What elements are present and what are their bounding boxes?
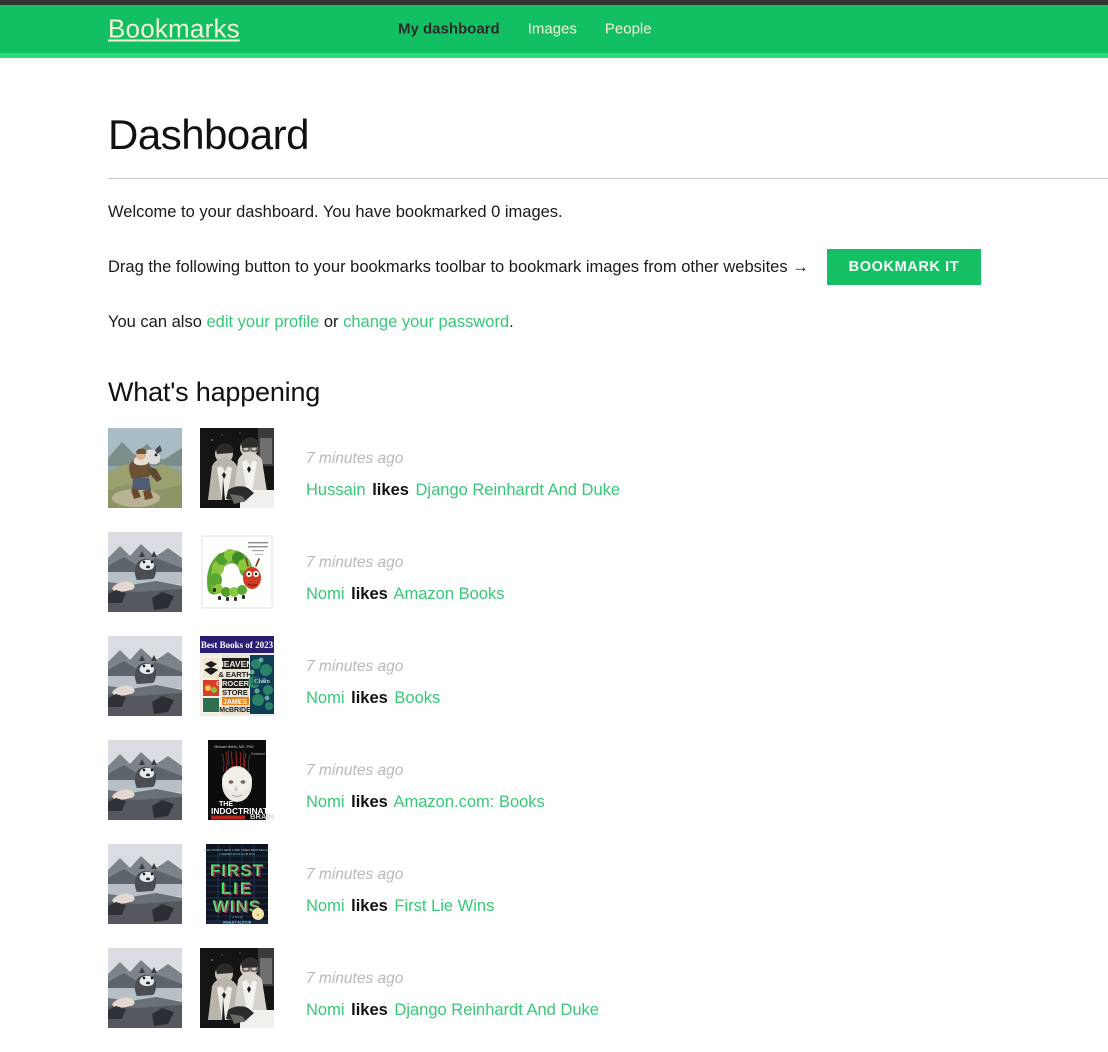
activity-row: 7 minutes ago Hussain likes Django Reinha… <box>108 428 1108 532</box>
activity-sentence: Nomi likes Django Reinhardt And Duke <box>306 987 599 1019</box>
activity-text: 7 minutes ago Nomi likes Books <box>294 636 440 707</box>
profile-links-line: You can also edit your profile or change… <box>108 285 1108 333</box>
activity-row: 7 minutes ago Nomi likes First Lie Wins <box>108 844 1108 948</box>
activity-verb: likes <box>351 793 388 812</box>
activity-verb: likes <box>351 585 388 604</box>
django-duke-bw-photo-thumbnail[interactable] <box>200 948 274 1029</box>
activity-timestamp: 7 minutes ago <box>306 866 404 884</box>
page-title: Dashboard <box>108 111 309 158</box>
django-duke-bw-photo-thumbnail[interactable] <box>200 428 274 509</box>
activity-thumbnails <box>108 740 294 821</box>
activity-row: 7 minutes ago Nomi likes Amazon Books <box>108 532 1108 636</box>
profile-line-separator: or <box>319 313 344 332</box>
bookmarklet-instructions: Drag the following button to your bookma… <box>108 257 809 276</box>
activity-row: 7 minutes ago Nomi likes Django Reinhardt… <box>108 948 1108 1052</box>
activity-thumbnails <box>108 948 294 1029</box>
nav-item-images[interactable]: Images <box>528 22 577 37</box>
activity-row: 7 minutes ago Nomi likes Books <box>108 636 1108 740</box>
activity-target-link[interactable]: Books <box>394 689 440 707</box>
very-hungry-caterpillar-cover-thumbnail[interactable] <box>200 532 274 613</box>
activity-row: 7 minutes ago Nomi likes Amazon.com: Book… <box>108 740 1108 844</box>
profile-line-prefix: You can also <box>108 313 207 332</box>
activity-feed: 7 minutes ago Hussain likes Django Reinha… <box>108 408 1108 1052</box>
activity-verb: likes <box>351 689 388 708</box>
activity-user-link[interactable]: Nomi <box>306 897 345 915</box>
activity-timestamp: 7 minutes ago <box>306 554 404 572</box>
indoctrinated-brain-cover-thumbnail[interactable] <box>200 740 274 821</box>
activity-timestamp: 7 minutes ago <box>306 450 404 468</box>
main-content: Dashboard Welcome to your dashboard. You… <box>0 58 1108 1052</box>
site-header: Bookmarks My dashboard Images People <box>0 5 1108 53</box>
man-with-husky-photo-thumbnail[interactable] <box>108 428 182 509</box>
welcome-text: Welcome to your dashboard. You have book… <box>108 203 563 221</box>
wolf-mountain-photo-thumbnail[interactable] <box>108 740 182 821</box>
activity-sentence: Nomi likes First Lie Wins <box>306 883 494 915</box>
activity-sentence: Nomi likes Amazon.com: Books <box>306 779 545 811</box>
edit-profile-link[interactable]: edit your profile <box>206 313 319 331</box>
activity-target-link[interactable]: Amazon.com: Books <box>394 793 545 811</box>
nav-item-my-dashboard[interactable]: My dashboard <box>398 22 500 37</box>
activity-timestamp: 7 minutes ago <box>306 658 404 676</box>
activity-user-link[interactable]: Nomi <box>306 689 345 707</box>
activity-user-link[interactable]: Nomi <box>306 585 345 603</box>
activity-thumbnails <box>108 844 294 925</box>
activity-timestamp: 7 minutes ago <box>306 970 404 988</box>
bookmarklet-row: Drag the following button to your bookma… <box>108 223 1108 286</box>
activity-text: 7 minutes ago Nomi likes Django Reinhardt… <box>294 948 599 1019</box>
activity-user-link[interactable]: Nomi <box>306 1001 345 1019</box>
activity-text: 7 minutes ago Nomi likes First Lie Wins <box>294 844 494 915</box>
activity-thumbnails <box>108 428 294 509</box>
main-nav: My dashboard Images People <box>398 22 652 37</box>
activity-text: 7 minutes ago Nomi likes Amazon Books <box>294 532 504 603</box>
activity-verb: likes <box>351 1001 388 1020</box>
activity-text: 7 minutes ago Hussain likes Django Reinha… <box>294 428 620 499</box>
wolf-mountain-photo-thumbnail[interactable] <box>108 532 182 613</box>
best-books-of-2023-cover-thumbnail[interactable] <box>200 636 274 717</box>
wolf-mountain-photo-thumbnail[interactable] <box>108 636 182 717</box>
activity-target-link[interactable]: First Lie Wins <box>394 897 494 915</box>
activity-user-link[interactable]: Nomi <box>306 793 345 811</box>
activity-text: 7 minutes ago Nomi likes Amazon.com: Book… <box>294 740 545 811</box>
activity-sentence: Nomi likes Amazon Books <box>306 571 504 603</box>
first-lie-wins-cover-thumbnail[interactable] <box>200 844 274 925</box>
wolf-mountain-photo-thumbnail[interactable] <box>108 948 182 1029</box>
activity-verb: likes <box>351 897 388 916</box>
nav-item-people[interactable]: People <box>605 22 652 37</box>
wolf-mountain-photo-thumbnail[interactable] <box>108 844 182 925</box>
whats-happening-title: What's happening <box>108 377 321 408</box>
change-password-link[interactable]: change your password <box>343 313 509 331</box>
profile-line-suffix: . <box>509 313 514 332</box>
activity-thumbnails <box>108 532 294 613</box>
brand-title[interactable]: Bookmarks <box>108 14 240 45</box>
activity-target-link[interactable]: Django Reinhardt And Duke <box>416 481 621 499</box>
activity-target-link[interactable]: Django Reinhardt And Duke <box>394 1001 599 1019</box>
activity-target-link[interactable]: Amazon Books <box>394 585 505 603</box>
activity-thumbnails <box>108 636 294 717</box>
bookmark-it-button[interactable]: BOOKMARK IT <box>826 248 982 286</box>
activity-timestamp: 7 minutes ago <box>306 762 404 780</box>
activity-sentence: Nomi likes Books <box>306 675 440 707</box>
activity-sentence: Hussain likes Django Reinhardt And Duke <box>306 467 620 499</box>
activity-user-link[interactable]: Hussain <box>306 481 366 499</box>
activity-verb: likes <box>372 481 409 500</box>
